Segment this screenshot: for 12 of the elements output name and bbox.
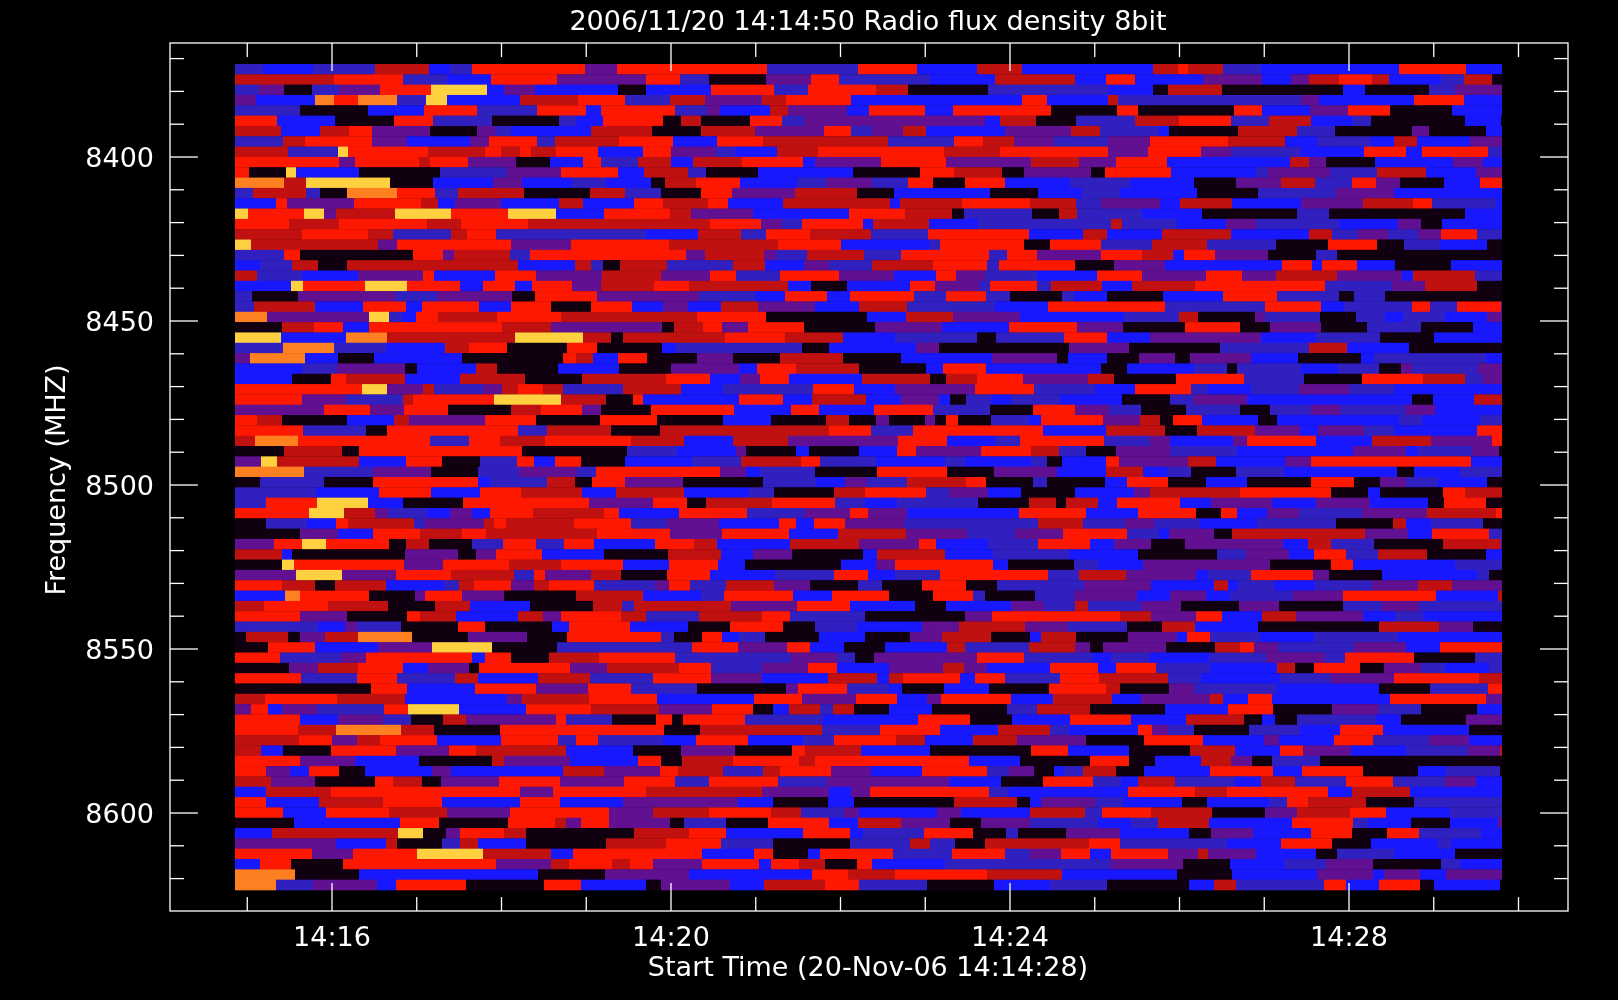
tick-label: 8450 [85,306,154,337]
tick-label: 14:28 [1310,921,1388,952]
chart-title: 2006/11/20 14:14:50 Radio flux density 8bit [569,5,1167,36]
axis-label: Frequency (MHZ) [40,364,71,596]
tick-label: 8500 [85,470,154,501]
axis-label: Start Time (20-Nov-06 14:14:28) [647,951,1089,982]
tick-label: 8550 [85,634,154,665]
tick-label: 14:24 [971,921,1049,952]
tick-label: 8600 [85,798,154,829]
tick-label: 14:20 [632,921,710,952]
tick-label: 8400 [85,142,154,173]
tick-label: 14:16 [293,921,371,952]
